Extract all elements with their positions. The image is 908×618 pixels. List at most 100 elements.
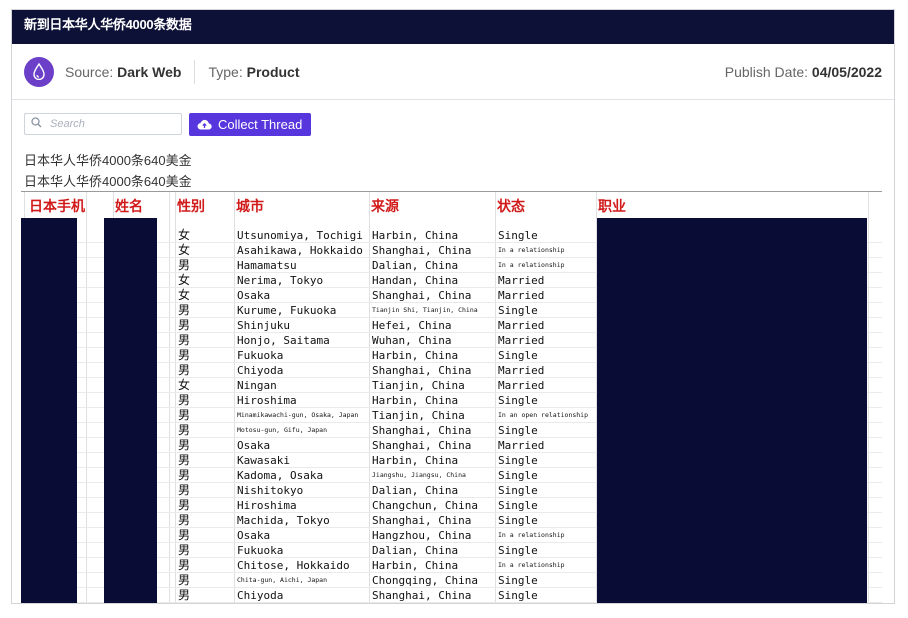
table-cell-status: In a relationship bbox=[498, 531, 565, 539]
table-cell-city: Minamikawachi-gun, Osaka, Japan bbox=[237, 411, 359, 419]
table-cell-gender: 男 bbox=[178, 333, 191, 347]
table-cell-city: Asahikawa, Hokkaido bbox=[237, 244, 363, 257]
table-cell-gender: 女 bbox=[178, 288, 191, 302]
drop-icon bbox=[24, 56, 54, 87]
table-cell-origin: Harbin, China bbox=[372, 394, 459, 407]
table-cell-status: Single bbox=[498, 499, 538, 512]
table-cell-origin: Shanghai, China bbox=[372, 289, 472, 302]
table-cell-origin: Shanghai, China bbox=[372, 424, 472, 437]
table-column-header: 职业 bbox=[598, 199, 626, 215]
post-text-line: 日本华人华侨4000条640美金 bbox=[24, 153, 192, 168]
table-cell-gender: 男 bbox=[178, 408, 191, 422]
table-cell-origin: Dalian, China bbox=[372, 484, 459, 497]
table-column-header: 来源 bbox=[371, 199, 399, 215]
type-label: Type: bbox=[208, 63, 243, 80]
table-cell-gender: 男 bbox=[178, 543, 191, 557]
table-cell-origin: Dalian, China bbox=[372, 544, 459, 557]
table-cell-gender: 男 bbox=[178, 348, 191, 362]
table-cell-status: Married bbox=[498, 439, 545, 452]
table-cell-gender: 男 bbox=[178, 513, 191, 527]
table-cell-city: Kawasaki bbox=[237, 454, 290, 467]
table-cell-status: Single bbox=[498, 349, 538, 362]
table-cell-city: Utsunomiya, Tochigi bbox=[237, 229, 363, 242]
table-cell-status: Single bbox=[498, 514, 538, 527]
table-cell-gender: 男 bbox=[178, 453, 191, 467]
table-cell-city: Chiyoda bbox=[237, 364, 284, 377]
search-box[interactable] bbox=[24, 113, 182, 135]
table-cell-gender: 男 bbox=[178, 588, 191, 602]
table-cell-status: Single bbox=[498, 469, 538, 482]
table-column-header: 姓名 bbox=[115, 199, 143, 215]
table-cell-city: Osaka bbox=[237, 439, 271, 452]
table-cell-city: Nishitokyo bbox=[237, 484, 304, 497]
type-value: Product bbox=[246, 63, 300, 80]
table-cell-origin: Tianjin, China bbox=[372, 409, 465, 422]
table-cell-status: Single bbox=[498, 484, 538, 497]
table-cell-gender: 男 bbox=[178, 528, 191, 542]
table-cell-city: Osaka bbox=[237, 529, 271, 542]
table-row: 男 bbox=[21, 603, 882, 604]
table-cell-status: Single bbox=[498, 424, 538, 437]
table-cell-city: Hiroshima bbox=[237, 499, 297, 512]
search-input[interactable] bbox=[48, 117, 170, 131]
table-cell-gender: 男 bbox=[178, 393, 191, 407]
table-cell-gender: 男 bbox=[178, 438, 191, 452]
table-cell-status: Married bbox=[498, 289, 545, 302]
table-cell-gender: 男 bbox=[178, 498, 191, 512]
redaction-block bbox=[104, 218, 157, 603]
table-cell-status: In a relationship bbox=[498, 561, 565, 569]
collect-thread-button[interactable]: Collect Thread bbox=[189, 112, 312, 136]
table-cell-origin: Harbin, China bbox=[372, 454, 459, 467]
table-cell-city: Fukuoka bbox=[237, 349, 284, 362]
table-cell-status: Married bbox=[498, 379, 545, 392]
collect-thread-label: Collect Thread bbox=[218, 116, 303, 132]
table-cell-city: Fukuoka bbox=[237, 544, 284, 557]
table-cell-city: Motosu-gun, Gifu, Japan bbox=[237, 426, 328, 434]
table-cell-gender: 男 bbox=[178, 603, 190, 604]
table-cell-city: Kadoma, Osaka bbox=[237, 469, 324, 482]
table-cell-status: Single bbox=[498, 544, 538, 557]
table-cell-status: In a relationship bbox=[498, 261, 565, 269]
leaked-data-screenshot: 女 Utsunomiya, Tochigi Harbin, China Single 女… bbox=[21, 191, 882, 604]
table-column-header: 日本手机 bbox=[29, 199, 85, 215]
cloud-upload-icon bbox=[197, 119, 212, 130]
table-cell-city: Osaka bbox=[237, 289, 271, 302]
table-cell-gender: 男 bbox=[178, 423, 191, 437]
table-cell-city: Chitose, Hokkaido bbox=[237, 559, 350, 572]
table-cell-city: Hiroshima bbox=[237, 394, 297, 407]
table-top-rule bbox=[21, 191, 882, 192]
publish-date-label: Publish Date: bbox=[724, 63, 809, 80]
table-cell-city: Nerima, Tokyo bbox=[237, 274, 324, 287]
table-cell-origin: Harbin, China bbox=[372, 229, 459, 242]
table-cell-origin: Tianjin Shi, Tianjin, China bbox=[372, 306, 478, 314]
table-cell-gender: 男 bbox=[178, 363, 191, 377]
table-cell-origin: Changchun, China bbox=[372, 499, 478, 512]
thread-meta-bar: Source: Dark Web Type: Product Publish D… bbox=[12, 44, 894, 100]
table-cell-status: Single bbox=[498, 589, 538, 602]
table-cell-gender: 女 bbox=[178, 378, 191, 392]
table-cell-origin: Handan, China bbox=[372, 274, 459, 287]
table-cell-origin: Jiangshu, Jiangsu, China bbox=[372, 471, 466, 479]
table-cell-gender: 男 bbox=[178, 558, 191, 572]
table-cell-origin: Harbin, China bbox=[372, 349, 459, 362]
table-cell-gender: 男 bbox=[178, 468, 191, 482]
table-cell-status: Single bbox=[498, 394, 538, 407]
table-cell-city: Chita-gun, Aichi, Japan bbox=[237, 576, 328, 584]
table-cell-origin: Wuhan, China bbox=[372, 334, 452, 347]
source-label: Source: bbox=[65, 63, 114, 80]
table-cell-gender: 女 bbox=[178, 228, 191, 242]
table-cell-city: Machida, Tokyo bbox=[237, 514, 330, 527]
table-cell-origin: Shanghai, China bbox=[372, 244, 472, 257]
table-cell-city: Shinjuku bbox=[237, 319, 290, 332]
table-cell-city: Ningan bbox=[237, 379, 277, 392]
thread-card: 新到日本华人华侨4000条数据 Source: Dark Web Type: P… bbox=[11, 9, 895, 604]
source-value: Dark Web bbox=[117, 63, 182, 80]
table-cell-gender: 男 bbox=[178, 318, 191, 332]
table-cell-city: Honjo, Saitama bbox=[237, 334, 330, 347]
redaction-block bbox=[21, 218, 77, 603]
table-cell-gender: 男 bbox=[178, 303, 191, 317]
table-column-header: 城市 bbox=[236, 199, 264, 215]
search-icon bbox=[31, 115, 42, 133]
post-text-line: 日本华人华侨4000条640美金 bbox=[24, 174, 192, 189]
table-column-header: 状态 bbox=[497, 199, 525, 215]
